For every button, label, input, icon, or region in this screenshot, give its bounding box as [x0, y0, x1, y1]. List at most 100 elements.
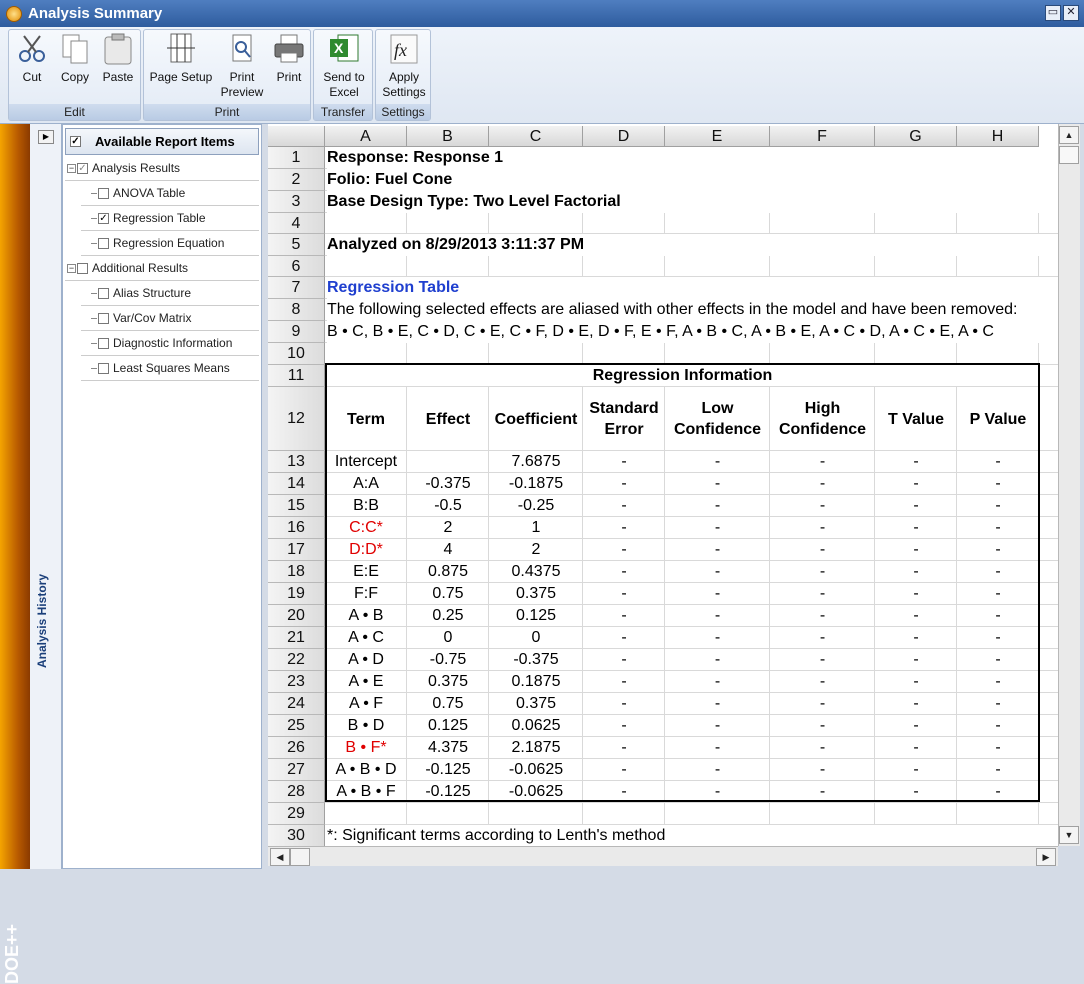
row-header[interactable]: 20 [268, 605, 325, 627]
scroll-up-icon[interactable]: ▲ [1059, 126, 1079, 144]
apply-settings-button[interactable]: fx Apply Settings [378, 32, 430, 100]
row-header[interactable]: 7 [268, 277, 325, 299]
tree-item-label: Alias Structure [113, 286, 192, 300]
collapse-icon[interactable]: − [67, 263, 76, 273]
copy-button[interactable]: Copy [55, 32, 95, 85]
column-header[interactable]: E [665, 126, 770, 147]
row-header[interactable]: 22 [268, 649, 325, 671]
tree-item[interactable]: Var/Cov Matrix [81, 306, 259, 331]
edit-group: Cut Copy Paste Edit [8, 29, 141, 121]
scroll-right-icon[interactable]: ▶ [1036, 848, 1056, 866]
restore-button[interactable]: ▭ [1045, 5, 1061, 21]
row-header[interactable]: 29 [268, 803, 325, 825]
report-items-tree: ✓ Available Report Items − ✓ Analysis Resu… [62, 124, 262, 869]
row-header[interactable]: 21 [268, 627, 325, 649]
collapse-icon[interactable]: − [67, 163, 76, 173]
row-header[interactable]: 2 [268, 169, 325, 191]
column-header[interactable]: G [875, 126, 957, 147]
column-header[interactable]: A [325, 126, 407, 147]
row-header[interactable]: 28 [268, 781, 325, 803]
header-checkbox[interactable]: ✓ [70, 136, 81, 147]
row-header[interactable]: 15 [268, 495, 325, 517]
footnote-cell[interactable]: *: Significant terms according to Lenth'… [327, 825, 1058, 846]
apply-settings-label: Apply Settings [382, 70, 426, 99]
item-checkbox[interactable] [98, 362, 109, 374]
cut-button[interactable]: Cut [13, 32, 51, 85]
analysis-history-label[interactable]: Analysis History [35, 574, 49, 668]
item-checkbox[interactable] [98, 312, 109, 324]
horizontal-scrollbar[interactable]: ◀ ▶ [268, 846, 1058, 866]
row-header[interactable]: 19 [268, 583, 325, 605]
item-checkbox[interactable] [98, 287, 109, 299]
folio-cell[interactable]: Folio: Fuel Cone [327, 169, 1058, 191]
row-header[interactable]: 14 [268, 473, 325, 495]
row-header[interactable]: 24 [268, 693, 325, 715]
row-header[interactable]: 16 [268, 517, 325, 539]
row-header[interactable]: 9 [268, 321, 325, 343]
page-setup-button[interactable]: Page Setup [146, 32, 216, 85]
row-header[interactable]: 6 [268, 256, 325, 277]
item-checkbox[interactable] [98, 337, 109, 349]
item-checkbox[interactable] [77, 262, 88, 274]
row-header[interactable]: 25 [268, 715, 325, 737]
tree-item[interactable]: − Additional Results [65, 256, 259, 281]
printer-icon [273, 32, 305, 66]
send-to-excel-button[interactable]: X Send to Excel [316, 32, 372, 100]
tree-header[interactable]: ✓ Available Report Items [65, 128, 259, 155]
vertical-scrollbar[interactable]: ▲ ▼ [1058, 124, 1080, 846]
scroll-thumb[interactable] [1059, 146, 1079, 164]
row-header[interactable]: 4 [268, 213, 325, 234]
item-checkbox[interactable] [98, 187, 109, 199]
row-header[interactable]: 1 [268, 147, 325, 169]
tree-item[interactable]: Diagnostic Information [81, 331, 259, 356]
print-preview-icon [226, 32, 258, 66]
row-header[interactable]: 27 [268, 759, 325, 781]
tree-item[interactable]: ANOVA Table [81, 181, 259, 206]
tree-item[interactable]: Alias Structure [81, 281, 259, 306]
design-type-cell[interactable]: Base Design Type: Two Level Factorial [327, 191, 1058, 213]
response-cell[interactable]: Response: Response 1 [327, 147, 1058, 169]
app-icon[interactable] [6, 5, 22, 22]
close-button[interactable]: ✕ [1063, 5, 1079, 21]
alias-list-cell[interactable]: B • C, B • E, C • D, C • E, C • F, D • E… [327, 321, 1058, 343]
column-header[interactable]: B [407, 126, 489, 147]
tree-item[interactable]: Regression Equation [81, 231, 259, 256]
scroll-down-icon[interactable]: ▼ [1059, 826, 1079, 844]
item-checkbox[interactable]: ✓ [98, 212, 109, 224]
analyzed-date-cell[interactable]: Analyzed on 8/29/2013 3:11:37 PM [327, 234, 1058, 256]
tree-item[interactable]: ✓ Regression Table [81, 206, 259, 231]
row-header[interactable]: 3 [268, 191, 325, 213]
hscroll-thumb[interactable] [290, 848, 310, 866]
item-checkbox[interactable]: ✓ [77, 162, 88, 174]
column-header[interactable]: H [957, 126, 1039, 147]
row-header[interactable]: 10 [268, 343, 325, 365]
expand-arrow-icon[interactable]: ▶ [38, 130, 54, 144]
row-header[interactable]: 30 [268, 825, 325, 846]
print-label: Print [276, 70, 302, 84]
item-checkbox[interactable] [98, 237, 109, 249]
tree-item[interactable]: Least Squares Means [81, 356, 259, 381]
analysis-history-panel[interactable]: ▶ Analysis History [30, 124, 62, 869]
section-title-cell[interactable]: Regression Table [327, 277, 1058, 299]
row-header[interactable]: 18 [268, 561, 325, 583]
scroll-left-icon[interactable]: ◀ [270, 848, 290, 866]
print-preview-button[interactable]: Print Preview [220, 32, 264, 100]
row-header[interactable]: 5 [268, 234, 325, 256]
paste-button[interactable]: Paste [97, 32, 139, 85]
corner-header[interactable] [268, 126, 325, 147]
column-header[interactable]: F [770, 126, 875, 147]
row-header[interactable]: 8 [268, 299, 325, 321]
tree-item[interactable]: − ✓ Analysis Results [65, 156, 259, 181]
row-header[interactable]: 11 [268, 365, 325, 387]
row-header[interactable]: 12 [268, 387, 325, 451]
tree-connector [91, 217, 97, 219]
row-header[interactable]: 17 [268, 539, 325, 561]
column-header[interactable]: D [583, 126, 665, 147]
print-button[interactable]: Print [270, 32, 308, 85]
row-header[interactable]: 13 [268, 451, 325, 473]
regression-table-frame [325, 363, 1040, 802]
row-header[interactable]: 26 [268, 737, 325, 759]
column-header[interactable]: C [489, 126, 583, 147]
row-header[interactable]: 23 [268, 671, 325, 693]
alias-note-cell[interactable]: The following selected effects are alias… [327, 299, 1058, 321]
